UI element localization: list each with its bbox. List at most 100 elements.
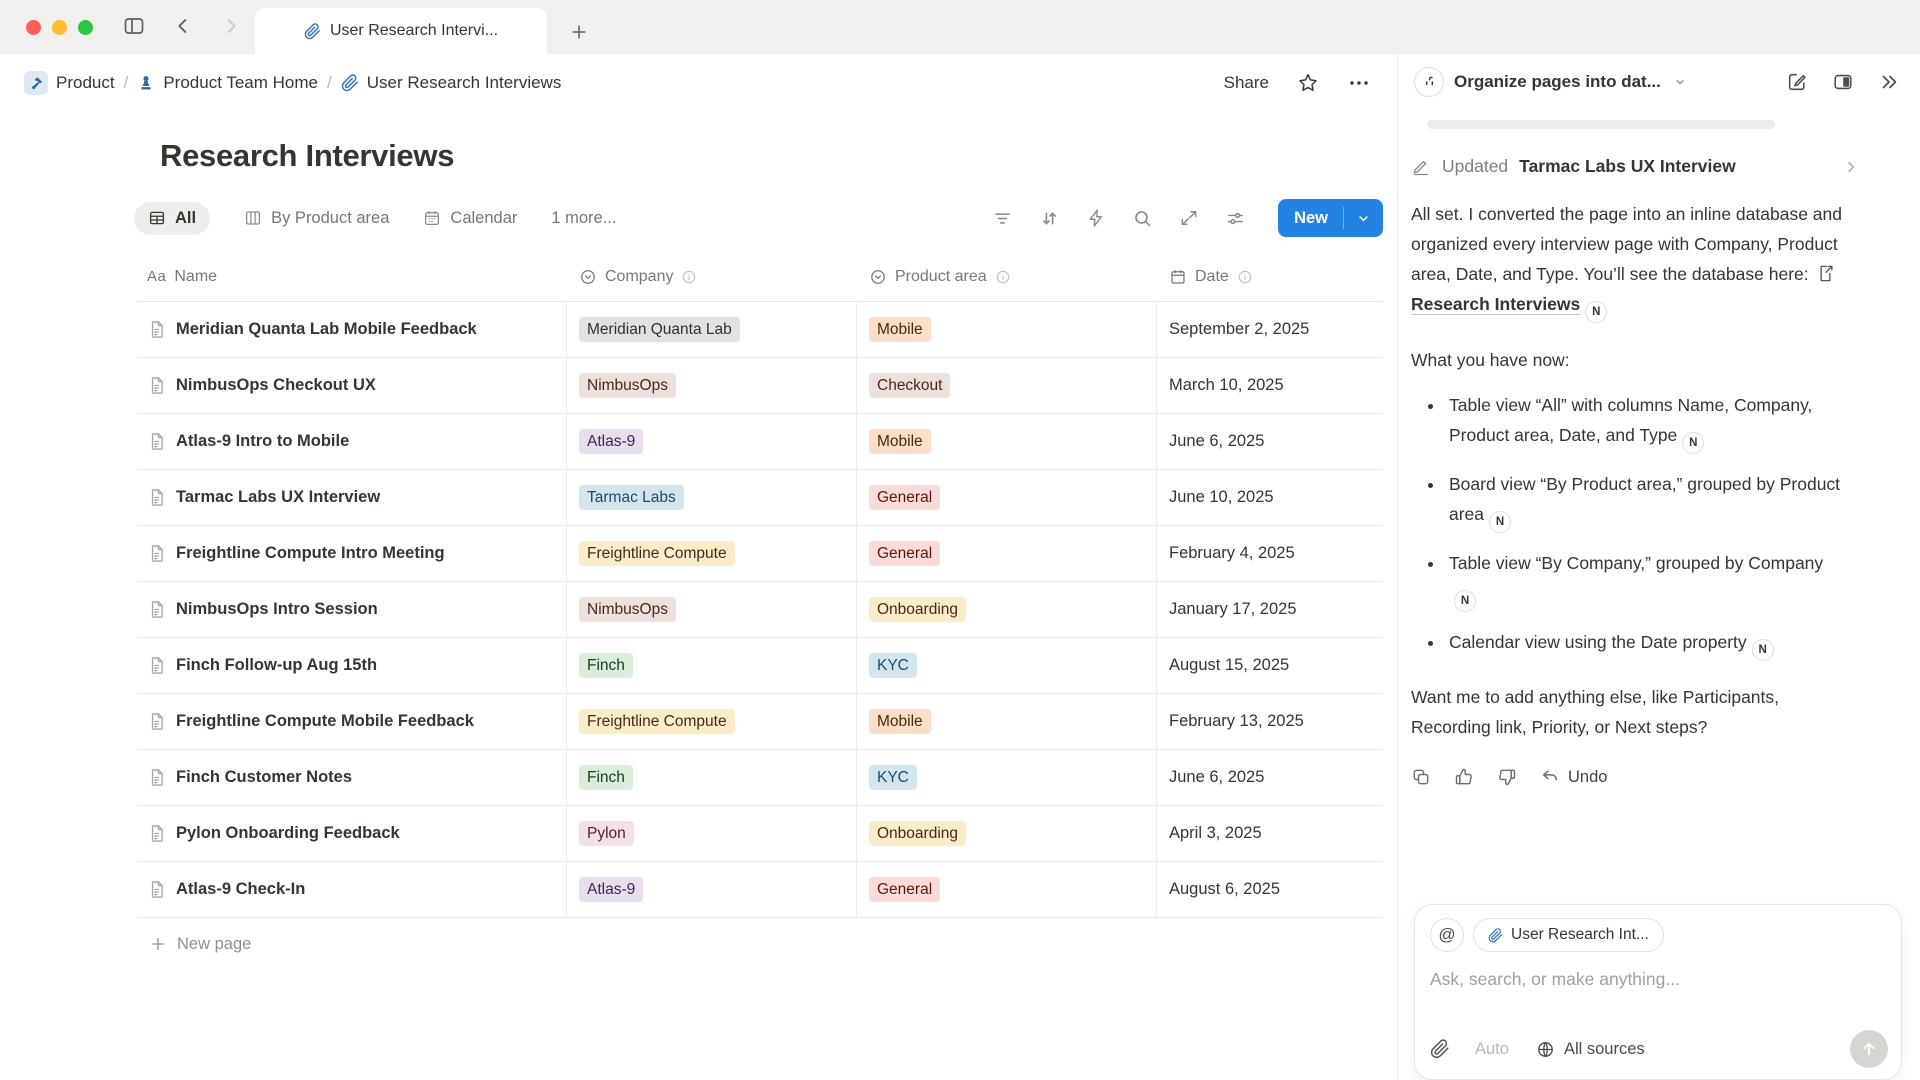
info-icon[interactable] — [995, 269, 1011, 285]
row-company-cell[interactable]: Tarmac Labs — [567, 470, 857, 525]
new-tab-icon[interactable] — [569, 22, 589, 42]
row-name-cell[interactable]: NimbusOps Checkout UX — [137, 358, 567, 413]
sort-icon[interactable] — [1039, 208, 1060, 229]
row-name-cell[interactable]: Freightline Compute Intro Meeting — [137, 526, 567, 581]
row-name-cell[interactable]: Pylon Onboarding Feedback — [137, 806, 567, 861]
view-tab-more[interactable]: 1 more... — [551, 209, 616, 228]
table-row[interactable]: Meridian Quanta Lab Mobile FeedbackMerid… — [137, 302, 1383, 358]
row-date-cell[interactable]: January 17, 2025 — [1157, 582, 1383, 637]
table-row[interactable]: NimbusOps Intro SessionNimbusOpsOnboardi… — [137, 582, 1383, 638]
info-icon[interactable] — [681, 269, 697, 285]
panel-layout-icon[interactable] — [1832, 71, 1854, 93]
row-area-cell[interactable]: Mobile — [857, 302, 1157, 357]
info-icon[interactable] — [1237, 269, 1253, 285]
column-header-product-area[interactable]: Product area — [857, 252, 1157, 301]
column-header-name[interactable]: Aa Name — [137, 252, 567, 301]
row-date-cell[interactable]: February 4, 2025 — [1157, 526, 1383, 581]
table-row[interactable]: Pylon Onboarding FeedbackPylonOnboarding… — [137, 806, 1383, 862]
table-row[interactable]: Atlas-9 Intro to MobileAtlas-9MobileJune… — [137, 414, 1383, 470]
more-options-icon[interactable] — [1347, 71, 1371, 95]
ai-conversation[interactable]: Updated Tarmac Labs UX Interview All set… — [1398, 110, 1920, 898]
row-name-cell[interactable]: NimbusOps Intro Session — [137, 582, 567, 637]
row-company-cell[interactable]: Atlas-9 — [567, 414, 857, 469]
close-window-button[interactable] — [26, 20, 41, 35]
all-sources-button[interactable]: All sources — [1536, 1040, 1645, 1059]
share-button[interactable]: Share — [1224, 73, 1269, 93]
notion-page-badge-icon[interactable]: N — [1752, 639, 1774, 661]
row-company-cell[interactable]: Finch — [567, 638, 857, 693]
row-area-cell[interactable]: General — [857, 526, 1157, 581]
row-company-cell[interactable]: Freightline Compute — [567, 526, 857, 581]
thumbs-up-icon[interactable] — [1454, 767, 1474, 787]
row-area-cell[interactable]: General — [857, 470, 1157, 525]
view-tab-calendar[interactable]: Calendar — [423, 209, 517, 228]
row-company-cell[interactable]: Freightline Compute — [567, 694, 857, 749]
automation-lightning-icon[interactable] — [1086, 208, 1106, 228]
undo-button[interactable]: Undo — [1540, 767, 1607, 787]
auto-mode-label[interactable]: Auto — [1475, 1040, 1509, 1059]
zoom-window-button[interactable] — [78, 20, 93, 35]
table-row[interactable]: Finch Customer NotesFinchKYCJune 6, 2025 — [137, 750, 1383, 806]
toggle-sidebar-icon[interactable] — [122, 14, 146, 38]
column-header-date[interactable]: Date — [1157, 252, 1383, 301]
thumbs-down-icon[interactable] — [1497, 767, 1517, 787]
favorite-star-icon[interactable] — [1297, 72, 1319, 94]
row-company-cell[interactable]: Finch — [567, 750, 857, 805]
notion-page-badge-icon[interactable]: N — [1454, 590, 1476, 612]
row-name-cell[interactable]: Atlas-9 Intro to Mobile — [137, 414, 567, 469]
table-row[interactable]: Atlas-9 Check-InAtlas-9GeneralAugust 6, … — [137, 862, 1383, 918]
notion-page-badge-icon[interactable]: N — [1489, 511, 1511, 533]
new-button[interactable]: New — [1278, 199, 1383, 237]
row-date-cell[interactable]: June 6, 2025 — [1157, 414, 1383, 469]
column-header-company[interactable]: Company — [567, 252, 857, 301]
view-tab-all[interactable]: All — [134, 202, 210, 235]
row-date-cell[interactable]: June 10, 2025 — [1157, 470, 1383, 525]
row-area-cell[interactable]: Onboarding — [857, 806, 1157, 861]
browser-tab[interactable]: User Research Intervi... — [255, 8, 547, 54]
row-name-cell[interactable]: Tarmac Labs UX Interview — [137, 470, 567, 525]
mention-at-button[interactable]: @ — [1430, 918, 1464, 952]
row-date-cell[interactable]: February 13, 2025 — [1157, 694, 1383, 749]
breadcrumb-item-team-home[interactable]: Product Team Home — [137, 73, 318, 93]
row-area-cell[interactable]: KYC — [857, 750, 1157, 805]
composer-input[interactable]: Ask, search, or make anything... — [1430, 969, 1886, 990]
table-row[interactable]: Freightline Compute Intro MeetingFreight… — [137, 526, 1383, 582]
row-company-cell[interactable]: Atlas-9 — [567, 862, 857, 917]
breadcrumb-item-current-page[interactable]: User Research Interviews — [341, 73, 562, 93]
row-area-cell[interactable]: KYC — [857, 638, 1157, 693]
expand-icon[interactable] — [1179, 208, 1199, 228]
row-name-cell[interactable]: Meridian Quanta Lab Mobile Feedback — [137, 302, 567, 357]
minimize-window-button[interactable] — [52, 20, 67, 35]
row-area-cell[interactable]: Checkout — [857, 358, 1157, 413]
row-date-cell[interactable]: June 6, 2025 — [1157, 750, 1383, 805]
filter-icon[interactable] — [992, 208, 1013, 229]
ai-thread-title[interactable]: Organize pages into dat... — [1454, 72, 1661, 92]
copy-icon[interactable] — [1411, 767, 1431, 787]
breadcrumb-item-product[interactable]: Product — [24, 71, 115, 95]
new-chat-compose-icon[interactable] — [1786, 71, 1808, 93]
table-row[interactable]: Finch Follow-up Aug 15thFinchKYCAugust 1… — [137, 638, 1383, 694]
research-interviews-link[interactable]: Research Interviews — [1411, 294, 1580, 314]
row-area-cell[interactable]: General — [857, 862, 1157, 917]
ai-composer[interactable]: @ User Research Int... Ask, search, or m… — [1414, 904, 1902, 1080]
notion-page-badge-icon[interactable]: N — [1585, 301, 1607, 323]
row-date-cell[interactable]: September 2, 2025 — [1157, 302, 1383, 357]
row-company-cell[interactable]: Pylon — [567, 806, 857, 861]
row-date-cell[interactable]: March 10, 2025 — [1157, 358, 1383, 413]
row-company-cell[interactable]: NimbusOps — [567, 582, 857, 637]
send-button[interactable] — [1850, 1030, 1888, 1068]
attach-paperclip-icon[interactable] — [1430, 1039, 1450, 1059]
context-page-chip[interactable]: User Research Int... — [1473, 918, 1664, 952]
row-area-cell[interactable]: Mobile — [857, 694, 1157, 749]
back-icon[interactable] — [172, 15, 194, 37]
row-date-cell[interactable]: August 6, 2025 — [1157, 862, 1383, 917]
row-area-cell[interactable]: Onboarding — [857, 582, 1157, 637]
row-date-cell[interactable]: April 3, 2025 — [1157, 806, 1383, 861]
table-row[interactable]: Tarmac Labs UX InterviewTarmac LabsGener… — [137, 470, 1383, 526]
row-date-cell[interactable]: August 15, 2025 — [1157, 638, 1383, 693]
new-page-button[interactable]: New page — [137, 918, 1383, 970]
row-area-cell[interactable]: Mobile — [857, 414, 1157, 469]
row-company-cell[interactable]: Meridian Quanta Lab — [567, 302, 857, 357]
table-row[interactable]: NimbusOps Checkout UXNimbusOpsCheckoutMa… — [137, 358, 1383, 414]
view-settings-sliders-icon[interactable] — [1225, 208, 1246, 229]
